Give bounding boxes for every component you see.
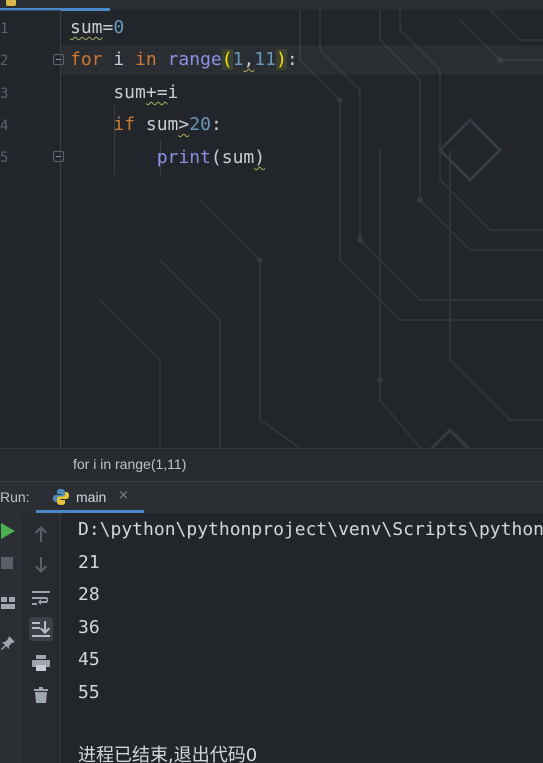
code-line[interactable]: sum=0 (70, 15, 124, 41)
code-token: += (145, 82, 168, 103)
python-icon (53, 489, 69, 505)
code-token: : (286, 49, 298, 70)
code-token: sum (135, 114, 179, 135)
tab-main[interactable]: main × (36, 482, 144, 513)
run-icon[interactable] (0, 521, 16, 541)
soft-wrap-icon[interactable] (30, 587, 52, 609)
code-line[interactable]: if sum>20: (70, 112, 222, 138)
line-gutter[interactable]: 1 2 3 4 5 (0, 10, 64, 448)
fold-end-icon[interactable] (53, 151, 64, 162)
code-token: , (243, 49, 255, 70)
code-token: range (167, 49, 222, 70)
arrow-down-icon[interactable] (30, 554, 52, 576)
code-token: i (102, 49, 136, 70)
code-token: ( (221, 49, 233, 70)
console-line: 21 (78, 552, 100, 573)
breadcrumb: for i in range(1,11) (0, 448, 543, 481)
code-token: 20 (189, 114, 211, 135)
code-token: 1 (232, 49, 244, 70)
code-token: = (102, 17, 114, 38)
code-line[interactable]: for i in range(1,11): (70, 47, 298, 73)
code-token: i (167, 82, 179, 103)
pin-icon[interactable] (0, 635, 16, 651)
code-token: sum (70, 82, 146, 103)
code-token: for (70, 49, 103, 70)
code-token: 11 (254, 49, 276, 70)
code-editor[interactable]: 1 2 3 4 5 sum=0 for i in range(1,11): sum… (0, 0, 543, 448)
code-token: : (210, 114, 222, 135)
console-line: D:\python\pythonproject\venv\Scripts\pyt… (78, 519, 543, 540)
code-token: (sum (210, 147, 255, 168)
breadcrumb-item[interactable]: for i in range(1,11) (73, 456, 186, 472)
run-panel-label: Run: (0, 489, 30, 505)
console-line: 55 (78, 682, 100, 703)
fold-start-icon[interactable] (53, 54, 64, 65)
python-file-icon (6, 0, 16, 6)
stop-icon[interactable] (0, 555, 14, 571)
console-line: 36 (78, 617, 100, 638)
console-output[interactable]: D:\python\pythonproject\venv\Scripts\pyt… (78, 513, 543, 763)
code-token: ) (275, 49, 287, 70)
line-number: 3 (0, 86, 9, 102)
console-line: 45 (78, 649, 100, 670)
code-token: sum (70, 17, 103, 38)
run-toolbar-secondary (22, 513, 61, 763)
console-line: 28 (78, 584, 100, 605)
line-number: 2 (0, 53, 9, 69)
scroll-to-end-icon[interactable] (29, 617, 53, 641)
ide-window: 1 2 3 4 5 sum=0 for i in range(1,11): sum… (0, 0, 543, 763)
line-number: 1 (0, 21, 9, 37)
code-token: in (135, 49, 157, 70)
process-exit-message: 进程已结束,退出代码0 (78, 745, 258, 763)
code-token: 0 (113, 17, 125, 38)
close-icon[interactable]: × (118, 488, 129, 503)
code-token: > (178, 114, 190, 135)
code-token: if (113, 114, 136, 135)
run-panel-body: D:\python\pythonproject\venv\Scripts\pyt… (0, 513, 543, 763)
editor-tab-strip[interactable] (0, 0, 543, 11)
line-number: 4 (0, 118, 9, 134)
layout-icon[interactable] (0, 595, 16, 611)
code-line[interactable]: sum+=i (70, 80, 178, 106)
run-panel-header: Run: main × (0, 481, 543, 513)
run-toolbar-primary (0, 513, 23, 763)
tab-main-label: main (76, 489, 107, 505)
arrow-up-icon[interactable] (30, 523, 52, 545)
line-number: 5 (0, 150, 9, 166)
code-token: print (156, 147, 211, 168)
code-line[interactable]: print(sum) (70, 145, 265, 171)
print-icon[interactable] (30, 652, 52, 674)
trash-icon[interactable] (30, 684, 52, 706)
code-token: ) (254, 147, 266, 168)
